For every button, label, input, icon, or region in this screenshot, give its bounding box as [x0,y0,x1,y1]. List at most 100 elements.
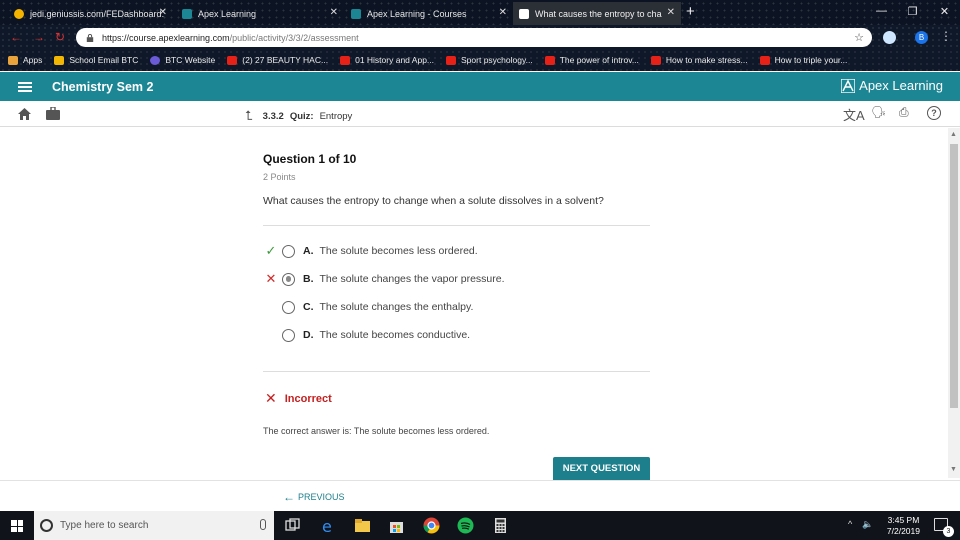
microphone-icon[interactable] [260,519,266,530]
activity-number: 3.3.2 [262,110,284,122]
edge-browser-icon[interactable]: e [320,517,337,534]
svg-text:e: e [322,517,332,534]
radio-button[interactable] [282,328,295,342]
briefcase-icon[interactable] [46,107,60,120]
taskbar-search-input[interactable]: Type here to search [34,511,274,540]
microsoft-store-icon[interactable] [388,517,405,534]
previous-label: PREVIOUS [298,492,345,502]
close-window-icon[interactable]: ✕ [929,0,960,22]
bookmark-label: BTC Website [165,55,216,65]
activity-name: Entropy [319,110,353,122]
answer-option-a[interactable]: ✓ A. The solute becomes less ordered. [263,242,478,260]
bookmark-power-of-introverts[interactable]: The power of introv... [544,55,639,65]
new-tab-button[interactable]: + [686,3,695,20]
option-text: The solute becomes conductive. [319,329,471,341]
text-to-speech-icon[interactable]: 🗣 [871,105,886,119]
correct-answer-text: The correct answer is: The solute become… [263,426,490,436]
windows-start-icon[interactable] [11,520,23,532]
bookmark-label: Apps [23,55,43,65]
close-tab-icon[interactable]: ✕ [330,7,338,18]
file-explorer-icon[interactable] [354,517,371,534]
translate-icon[interactable]: 文A [843,105,865,124]
close-tab-icon[interactable]: ✕ [499,7,507,18]
next-question-button[interactable]: NEXT QUESTION [553,457,650,480]
browser-tab-1[interactable]: jedi.geniussis.com/FEDashboard. ✕ [8,2,173,25]
scroll-down-arrow-icon[interactable]: ▼ [950,466,957,473]
brand-name: Apex Learning [859,78,943,93]
youtube-icon [650,55,661,65]
chrome-icon[interactable] [423,517,440,534]
volume-icon[interactable]: 🔈 [862,519,873,530]
back-arrow-icon[interactable]: ← [10,30,22,44]
browser-tab-4-active[interactable]: What causes the entropy to cha ✕ [513,2,681,25]
question-text: What causes the entropy to change when a… [263,195,604,207]
bookmark-make-stress[interactable]: How to make stress... [650,55,748,65]
quiz-content: Question 1 of 10 2 Points What causes th… [0,128,948,480]
up-level-arrow-icon[interactable]: ⮤ [245,108,253,124]
bookmark-school-email[interactable]: School Email BTC [54,55,138,65]
calculator-icon[interactable] [492,517,509,534]
home-icon[interactable] [18,108,31,120]
search-placeholder: Type here to search [60,520,149,531]
tab-title: Apex Learning [198,8,257,19]
youtube-icon [340,55,351,65]
feedback-status-text: Incorrect [284,392,332,405]
bookmark-history-and-app[interactable]: 01 History and App... [340,55,434,65]
restore-window-icon[interactable]: ❐ [897,0,928,22]
bookmarks-bar: Apps School Email BTC BTC Website (2) 27… [0,49,960,71]
menu-hamburger-icon[interactable] [18,80,32,94]
bookmark-triple-your[interactable]: How to triple your... [759,55,847,65]
radio-button-selected[interactable] [282,272,295,286]
address-bar-row: ← → ↻ https://course.apexlearning.com/pu… [0,25,960,49]
extension-icon[interactable] [883,31,896,44]
close-tab-icon[interactable]: ✕ [667,7,675,18]
answer-option-c[interactable]: C. The solute changes the enthalpy. [263,298,473,316]
minimize-window-icon[interactable]: — [866,0,897,22]
url-input[interactable]: https://course.apexlearning.com/public/a… [76,28,872,47]
option-letter: B. [303,273,314,285]
scroll-thumb[interactable] [950,144,958,408]
forward-arrow-icon[interactable]: → [33,30,45,44]
incorrect-x-icon: ✕ [265,271,277,286]
page-scrollbar[interactable]: ▲ ▼ [948,128,960,478]
bookmark-label: 01 History and App... [355,55,435,65]
question-number: Question 1 of 10 [263,152,357,166]
quiz-footer: ← PREVIOUS [0,480,960,511]
close-tab-icon[interactable]: ✕ [159,7,167,18]
option-text: The solute becomes less ordered. [319,245,478,257]
chrome-menu-icon[interactable]: ⋮ [940,29,952,43]
previous-button[interactable]: ← PREVIOUS [283,490,345,504]
bookmark-btc-website[interactable]: BTC Website [150,55,215,65]
option-letter: C. [303,301,314,313]
arrow-left-icon: ← [283,490,295,504]
cortana-icon [40,519,53,532]
apex-logo-icon [841,78,856,93]
apex-learning-logo: Apex Learning [841,78,943,93]
bookmark-sport-psychology[interactable]: Sport psychology... [446,55,533,65]
task-view-icon[interactable] [284,517,301,534]
browser-tab-3[interactable]: Apex Learning - Courses ✕ [345,2,513,25]
tab-title: jedi.geniussis.com/FEDashboard. [30,8,165,19]
scroll-up-arrow-icon[interactable]: ▲ [950,131,957,138]
bookmark-star-icon[interactable]: ☆ [854,31,864,44]
answer-option-d[interactable]: D. The solute becomes conductive. [263,326,470,344]
browser-tab-2[interactable]: Apex Learning ✕ [176,2,344,25]
profile-avatar[interactable]: B [915,31,928,44]
bookmark-apps[interactable]: Apps [8,55,42,65]
option-text: The solute changes the vapor pressure. [319,273,505,285]
youtube-icon [544,55,555,65]
taskbar-clock[interactable]: 3:45 PM 7/2/2019 [887,515,920,537]
lock-icon [86,33,94,42]
bookmark-label: Sport psychology... [461,55,533,65]
radio-button[interactable] [282,244,295,258]
activity-toolbar: ⮤ 3.3.2 Quiz: Entropy 文A 🗣 ⎙ ? [0,101,960,127]
answer-option-b[interactable]: ✕ B. The solute changes the vapor pressu… [263,270,505,288]
help-icon[interactable]: ? [927,106,941,120]
bookmark-beauty-hacks[interactable]: (2) 27 BEAUTY HAC... [227,55,328,65]
notification-count-badge: 3 [943,526,954,537]
print-icon[interactable]: ⎙ [899,105,909,120]
show-hidden-icons-icon[interactable]: ^ [848,519,852,529]
spotify-icon[interactable] [457,517,474,534]
reload-icon[interactable]: ↻ [55,30,65,44]
radio-button[interactable] [282,300,295,314]
